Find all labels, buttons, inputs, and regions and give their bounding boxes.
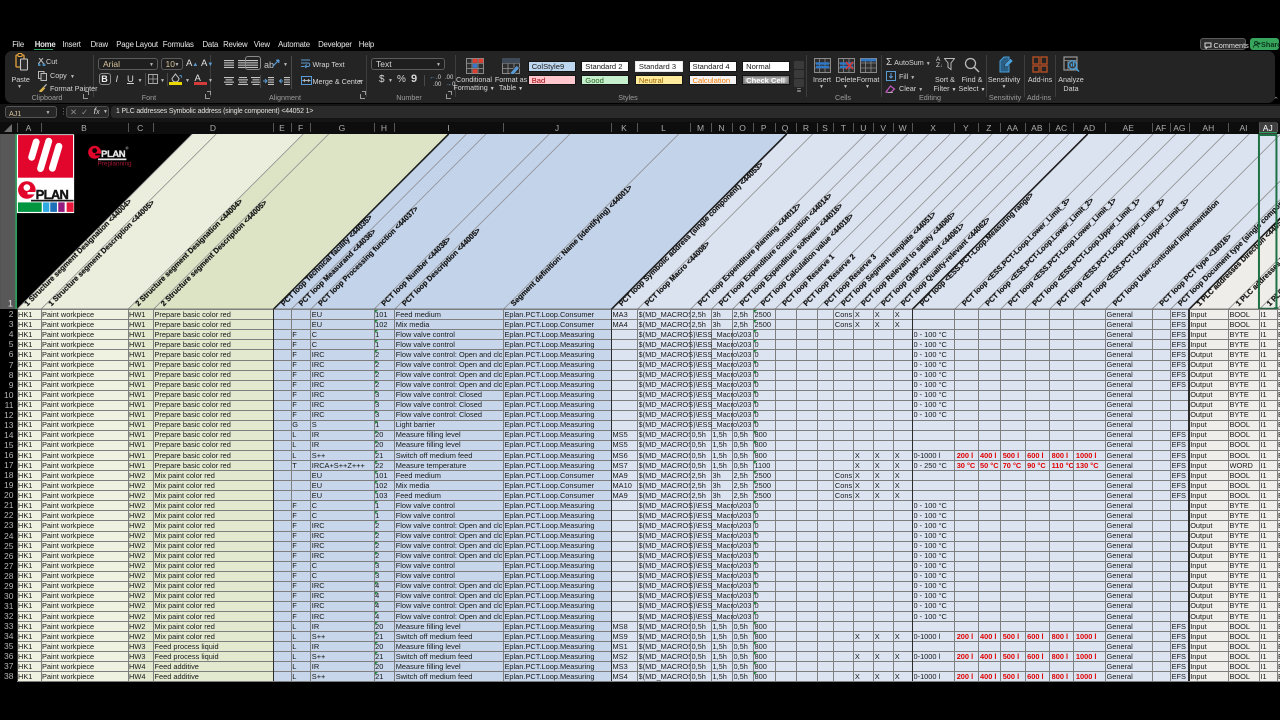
svg-text:®: ® [126,145,129,150]
svg-text:PLAN: PLAN [36,186,69,201]
svg-text:Preplanning: Preplanning [98,160,132,167]
svg-text:1: 1 [8,298,13,308]
